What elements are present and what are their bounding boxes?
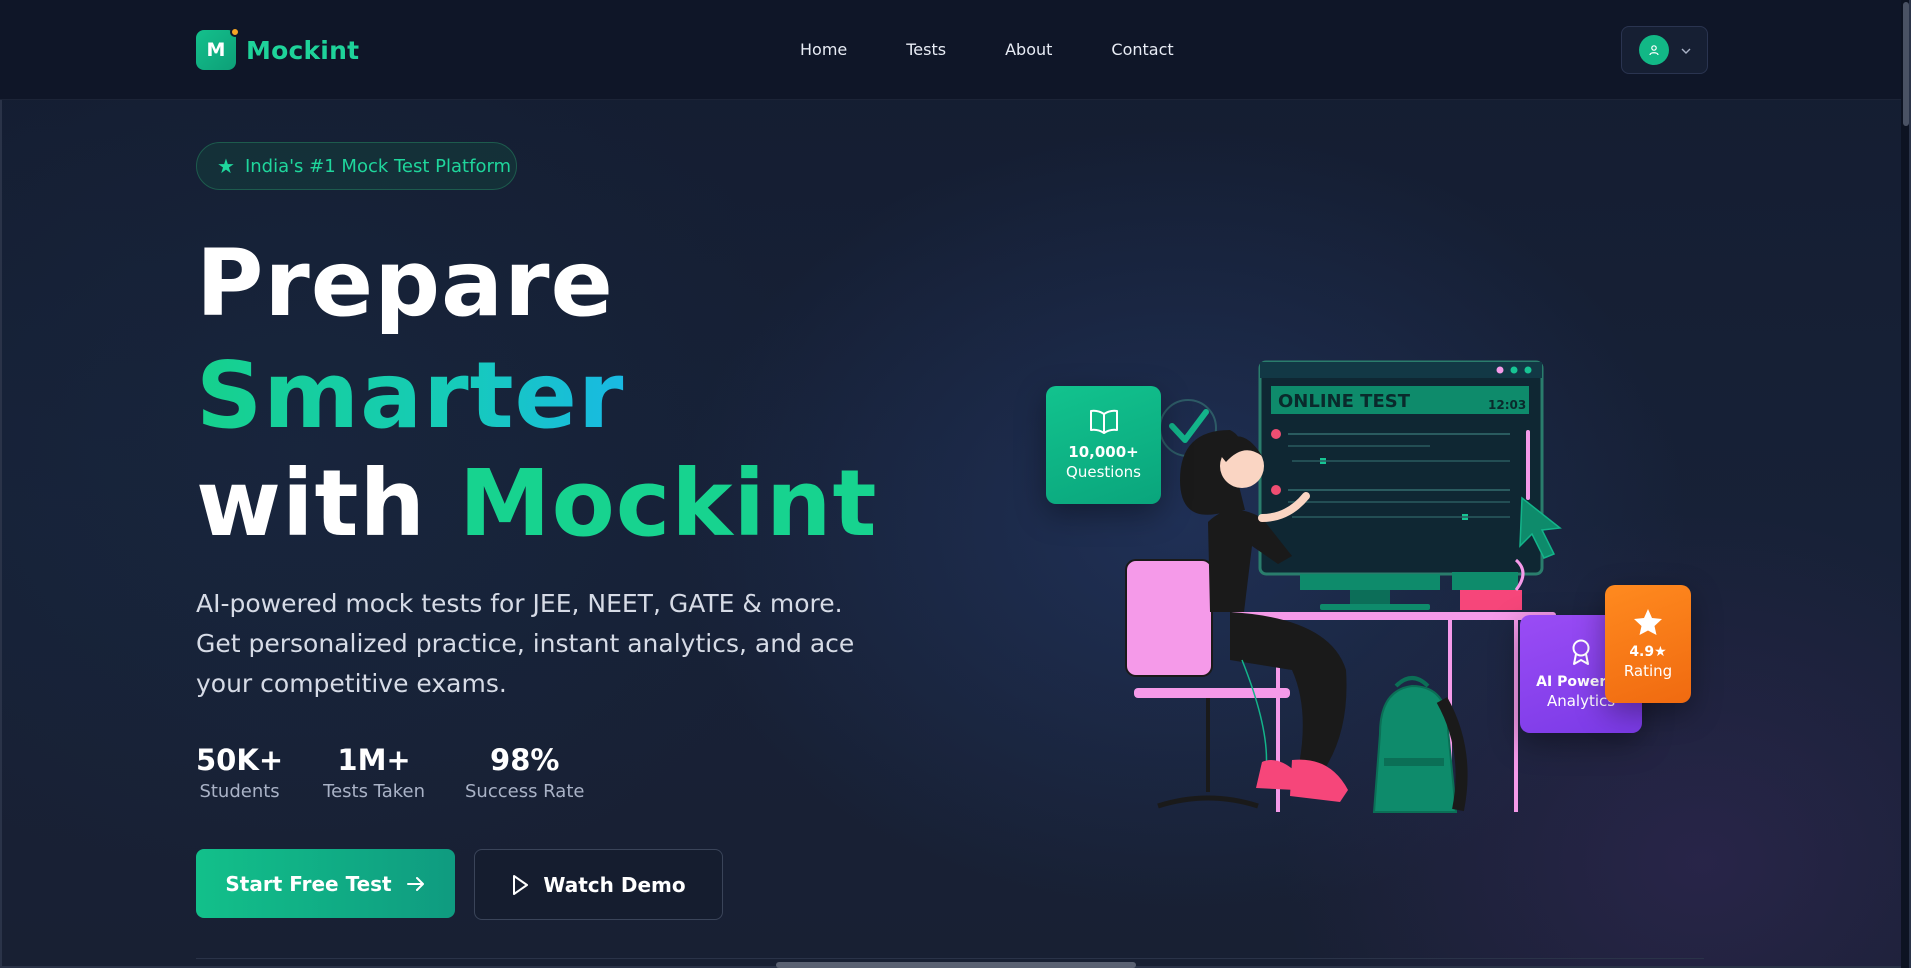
nav-link-about[interactable]: About bbox=[1005, 40, 1052, 59]
section-divider bbox=[196, 958, 1704, 959]
nav-link-contact[interactable]: Contact bbox=[1111, 40, 1173, 59]
stat-label: Tests Taken bbox=[323, 780, 425, 802]
vertical-scrollbar-thumb[interactable] bbox=[1903, 2, 1909, 126]
user-menu-button[interactable] bbox=[1621, 26, 1708, 74]
stat-label: Success Rate bbox=[465, 780, 585, 802]
stat-tests-taken: 1M+ Tests Taken bbox=[323, 743, 425, 802]
star-icon: ★ bbox=[217, 154, 235, 178]
top-navbar: M Mockint Home Tests About Contact bbox=[0, 0, 1908, 100]
start-free-test-label: Start Free Test bbox=[225, 871, 392, 896]
horizontal-scrollbar-thumb[interactable] bbox=[776, 962, 1136, 968]
stat-success-rate: 98% Success Rate bbox=[465, 743, 585, 802]
stat-value: 1M+ bbox=[337, 743, 411, 777]
rating-label: Rating bbox=[1623, 662, 1673, 680]
user-icon bbox=[1648, 45, 1659, 56]
arrow-right-icon bbox=[406, 876, 424, 891]
stats-row: 50K+ Students 1M+ Tests Taken 98% Succes… bbox=[196, 743, 624, 802]
rating-value: 4.9★ bbox=[1629, 644, 1667, 660]
headline-prefix: with bbox=[196, 450, 427, 557]
stat-value: 98% bbox=[490, 743, 560, 777]
questions-stat-card: 10,000+ Questions bbox=[1046, 386, 1161, 504]
vertical-scrollbar-track[interactable] bbox=[1901, 0, 1909, 968]
nav-links: Home Tests About Contact bbox=[800, 40, 1233, 59]
brand-logo[interactable]: M Mockint bbox=[196, 27, 360, 70]
brand-name: Mockint bbox=[246, 35, 360, 65]
screen-title: ONLINE TEST bbox=[1278, 391, 1411, 412]
stat-value: 50K+ bbox=[196, 743, 284, 777]
platform-badge: ★ India's #1 Mock Test Platform bbox=[196, 142, 517, 190]
badge-text: India's #1 Mock Test Platform bbox=[244, 155, 512, 177]
logo-mark: M bbox=[196, 27, 240, 70]
watch-demo-button[interactable]: Watch Demo bbox=[474, 849, 723, 920]
logo-letter: M bbox=[206, 39, 226, 61]
award-ribbon-icon bbox=[1572, 639, 1590, 665]
rating-card: 4.9★ Rating bbox=[1605, 585, 1691, 703]
play-icon bbox=[513, 874, 529, 895]
hero-subtitle: AI-powered mock tests for JEE, NEET, GAT… bbox=[196, 589, 855, 698]
chevron-down-icon bbox=[1681, 44, 1691, 57]
avatar bbox=[1638, 35, 1669, 65]
headline-accent: Mockint bbox=[459, 450, 878, 557]
stat-label: Students bbox=[199, 780, 280, 802]
headline-line-2: Smarter bbox=[196, 342, 625, 449]
questions-count: 10,000+ bbox=[1068, 443, 1139, 461]
headline-line-1: Prepare bbox=[196, 230, 614, 337]
questions-label: Questions bbox=[1066, 463, 1141, 481]
headline-line-3: with Mockint bbox=[196, 458, 878, 550]
start-free-test-button[interactable]: Start Free Test bbox=[196, 849, 455, 918]
star-icon bbox=[1634, 609, 1662, 635]
screen-time: 12:03 bbox=[1488, 398, 1526, 412]
nav-link-tests[interactable]: Tests bbox=[906, 40, 946, 59]
logo-notification-dot bbox=[230, 27, 240, 37]
nav-link-home[interactable]: Home bbox=[800, 40, 847, 59]
book-open-icon bbox=[1089, 409, 1118, 434]
watch-demo-label: Watch Demo bbox=[543, 872, 686, 897]
stat-students: 50K+ Students bbox=[196, 743, 284, 802]
